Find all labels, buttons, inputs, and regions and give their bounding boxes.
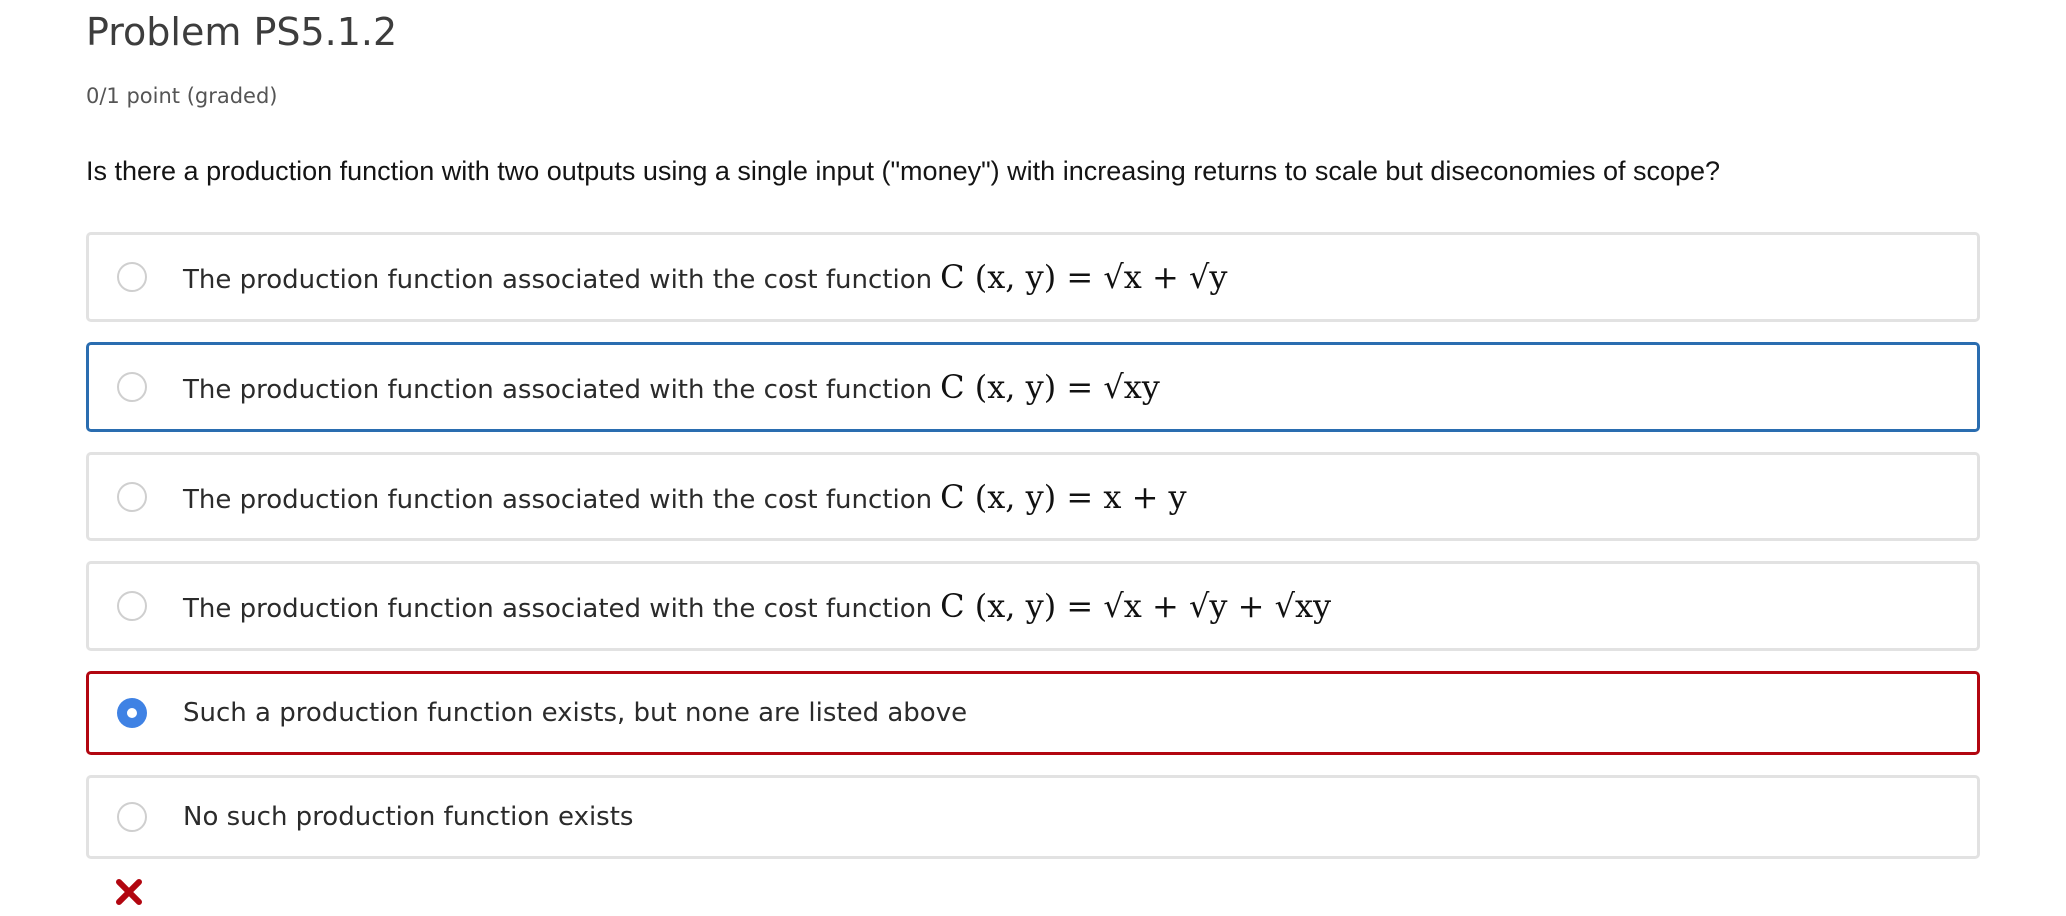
answer-option-4[interactable]: The production function associated with … (86, 561, 1980, 651)
incorrect-x-icon (116, 879, 142, 905)
problem-title: Problem PS5.1.2 (86, 10, 398, 54)
radio-button[interactable] (117, 591, 147, 621)
answer-option-6[interactable]: No such production function exists (86, 775, 1980, 859)
option-formula: C (x, y) = √x + √y + √xy (940, 587, 1332, 625)
answer-option-5[interactable]: Such a production function exists, but n… (86, 671, 1980, 755)
option-label: Such a production function exists, but n… (183, 698, 968, 728)
answer-option-2[interactable]: The production function associated with … (86, 342, 1980, 432)
answer-option-3[interactable]: The production function associated with … (86, 452, 1980, 541)
question-text: Is there a production function with two … (86, 156, 1721, 186)
option-label: The production function associated with … (183, 594, 933, 624)
option-label: The production function associated with … (183, 265, 933, 295)
radio-button[interactable] (117, 262, 147, 292)
option-formula: C (x, y) = √xy (940, 368, 1160, 406)
option-label: The production function associated with … (183, 484, 933, 515)
radio-button[interactable] (117, 372, 147, 402)
option-label: The production function associated with … (183, 375, 933, 405)
option-formula: C (x, y) = x + y (940, 477, 1187, 516)
radio-button-selected[interactable] (117, 698, 147, 728)
option-formula: C (x, y) = √x + √y (940, 258, 1228, 296)
problem-page: Problem PS5.1.2 0/1 point (graded) Is th… (0, 0, 2066, 916)
problem-points: 0/1 point (graded) (86, 84, 278, 108)
radio-button[interactable] (117, 481, 147, 512)
answer-option-1[interactable]: The production function associated with … (86, 232, 1980, 322)
radio-button[interactable] (117, 802, 147, 832)
option-label: No such production function exists (183, 802, 634, 832)
